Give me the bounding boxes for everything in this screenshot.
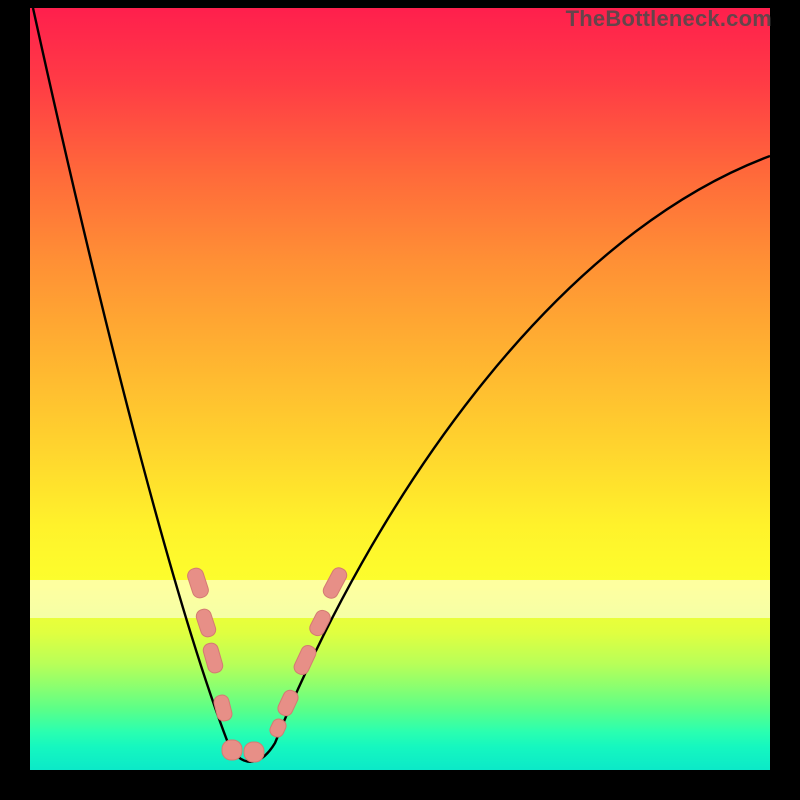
bead-marker: [222, 740, 242, 760]
bead-marker: [195, 607, 218, 638]
markers-left: [186, 566, 234, 722]
markers-bottom: [222, 740, 264, 762]
chart-svg: [30, 8, 770, 770]
bottleneck-curve: [33, 8, 770, 762]
bead-marker: [292, 643, 318, 677]
markers-right: [268, 565, 349, 739]
bead-marker: [213, 694, 234, 723]
bead-marker: [186, 566, 210, 599]
bead-marker: [307, 608, 332, 638]
bead-marker: [202, 642, 225, 675]
bead-marker: [244, 742, 264, 762]
